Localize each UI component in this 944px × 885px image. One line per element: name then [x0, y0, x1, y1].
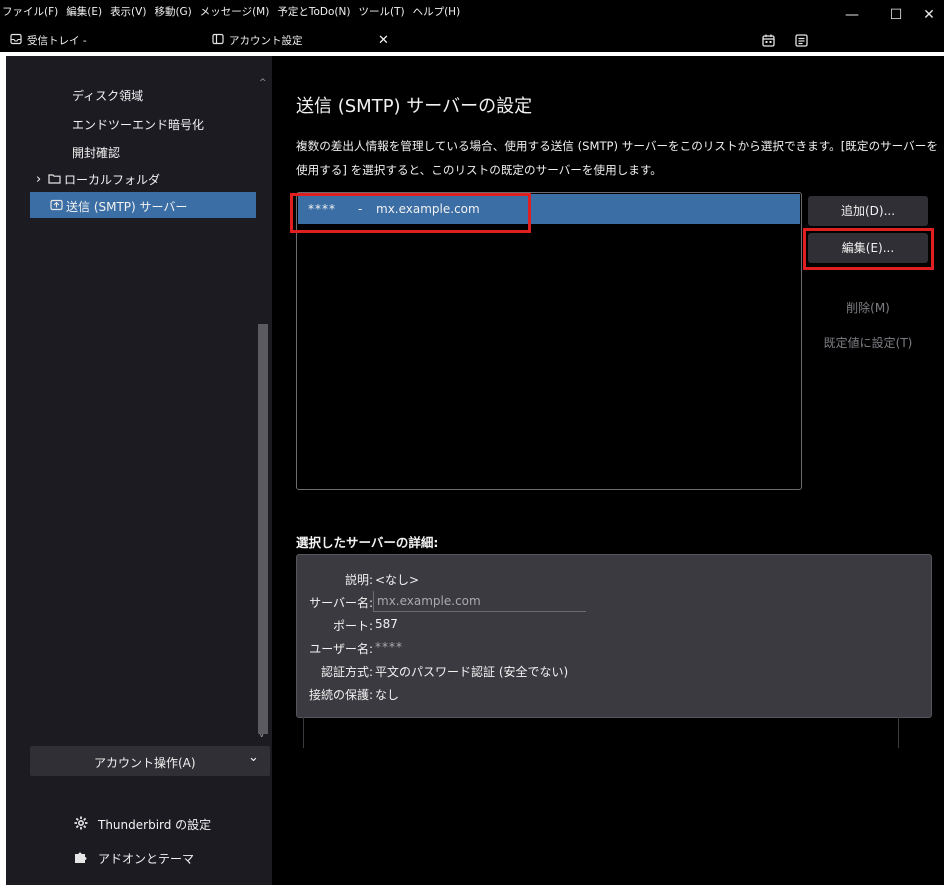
sidebar-item-disk-space[interactable]: ディスク領域: [72, 87, 143, 104]
menu-events-tasks[interactable]: 予定とToDo(N): [277, 4, 350, 19]
highlight-edit-button: [803, 228, 934, 270]
account-actions-label: アカウント操作(A): [94, 756, 196, 770]
connection-security-label: 接続の保護:: [308, 688, 373, 702]
inbox-icon: [10, 33, 22, 48]
sidebar-item-smtp-server[interactable]: 送信 (SMTP) サーバー: [50, 198, 187, 215]
details-divider-left: [303, 716, 304, 748]
tab-inbox[interactable]: 受信トレイ -: [10, 28, 87, 52]
menu-tools[interactable]: ツール(T): [358, 4, 404, 19]
tab-inbox-label: 受信トレイ -: [27, 34, 87, 47]
description-value: <なし>: [375, 573, 420, 587]
calendar-icon[interactable]: [762, 28, 775, 52]
addons-themes-label: アドオンとテーマ: [98, 852, 195, 866]
tab-account-settings[interactable]: アカウント設定: [212, 28, 303, 52]
port-label: ポート:: [332, 619, 373, 633]
account-sidebar: ディスク領域 エンドツーエンド暗号化 開封確認 › ローカルフォルダ 送信 (S…: [6, 56, 272, 885]
menu-message[interactable]: メッセージ(M): [200, 4, 270, 19]
page-description: 複数の差出人情報を管理している場合、使用する送信 (SMTP) サーバーをこのリ…: [296, 139, 938, 177]
sidebar-item-local-folders[interactable]: › ローカルフォルダ: [36, 171, 160, 188]
thunderbird-settings-label: Thunderbird の設定: [98, 818, 212, 832]
menu-edit[interactable]: 編集(E): [66, 4, 102, 19]
auth-method-label: 認証方式:: [320, 665, 373, 679]
server-name-field: mx.example.com: [373, 591, 586, 612]
server-name-value: mx.example.com: [377, 594, 481, 608]
expand-chevron-icon[interactable]: ›: [36, 172, 44, 187]
port-value: 587: [375, 617, 398, 631]
tab-close-button[interactable]: ✕: [378, 28, 389, 52]
sidebar-item-return-receipts[interactable]: 開封確認: [72, 144, 120, 161]
scroll-up-arrow-icon[interactable]: ^: [259, 78, 267, 88]
outgoing-server-icon: [50, 199, 63, 214]
delete-server-button[interactable]: 削除(M): [808, 293, 928, 323]
username-label: ユーザー名:: [309, 642, 373, 656]
username-value: ****: [375, 640, 403, 654]
details-divider-right: [898, 716, 899, 748]
sidebar-item-e2e-encryption[interactable]: エンドツーエンド暗号化: [72, 116, 204, 133]
server-details-panel: 説明: <なし> サーバー名: mx.example.com ポート: 587 …: [296, 554, 932, 718]
sidebar-thunderbird-settings[interactable]: Thunderbird の設定: [74, 816, 211, 833]
close-window-button[interactable]: ✕: [914, 4, 944, 26]
smtp-server-list[interactable]: **** - mx.example.com: [296, 192, 802, 490]
sidebar-scrollbar-thumb[interactable]: [258, 324, 268, 734]
folder-icon: [48, 173, 61, 187]
account-settings-icon: [212, 33, 224, 48]
menu-help[interactable]: ヘルプ(H): [413, 4, 461, 19]
highlight-server-row: [290, 193, 531, 233]
auth-method-value: 平文のパスワード認証 (安全でない): [375, 665, 569, 679]
add-server-button[interactable]: 追加(D)...: [808, 196, 928, 226]
menu-bar: ファイル(F) 編集(E) 表示(V) 移動(G) メッセージ(M) 予定とTo…: [0, 0, 944, 28]
menu-go[interactable]: 移動(G): [154, 4, 191, 19]
page-title: 送信 (SMTP) サーバーの設定: [296, 96, 533, 117]
tab-account-settings-label: アカウント設定: [229, 34, 303, 47]
set-default-button[interactable]: 既定値に設定(T): [808, 328, 928, 358]
details-heading: 選択したサーバーの詳細:: [296, 535, 439, 550]
tasks-icon[interactable]: [795, 28, 808, 52]
puzzle-icon: [74, 850, 88, 867]
server-name-label: サーバー名:: [309, 596, 373, 610]
sidebar-item-local-folders-label: ローカルフォルダ: [64, 173, 161, 187]
minimize-button[interactable]: —: [832, 4, 872, 26]
maximize-button[interactable]: ☐: [876, 4, 916, 26]
chevron-down-icon: ⌄: [248, 750, 259, 765]
menu-file[interactable]: ファイル(F): [2, 4, 58, 19]
description-label: 説明:: [344, 573, 373, 587]
gear-icon: [74, 816, 88, 833]
connection-security-value: なし: [375, 688, 400, 702]
sidebar-item-smtp-server-label: 送信 (SMTP) サーバー: [66, 200, 188, 214]
menu-items: ファイル(F) 編集(E) 表示(V) 移動(G) メッセージ(M) 予定とTo…: [2, 4, 460, 19]
account-actions-button[interactable]: アカウント操作(A) ⌄: [30, 746, 270, 776]
menu-view[interactable]: 表示(V): [110, 4, 146, 19]
sidebar-addons-themes[interactable]: アドオンとテーマ: [74, 850, 194, 867]
tab-bar: 受信トレイ - アカウント設定 ✕: [0, 28, 944, 52]
smtp-settings-pane: 送信 (SMTP) サーバーの設定 複数の差出人情報を管理している場合、使用する…: [272, 56, 944, 885]
